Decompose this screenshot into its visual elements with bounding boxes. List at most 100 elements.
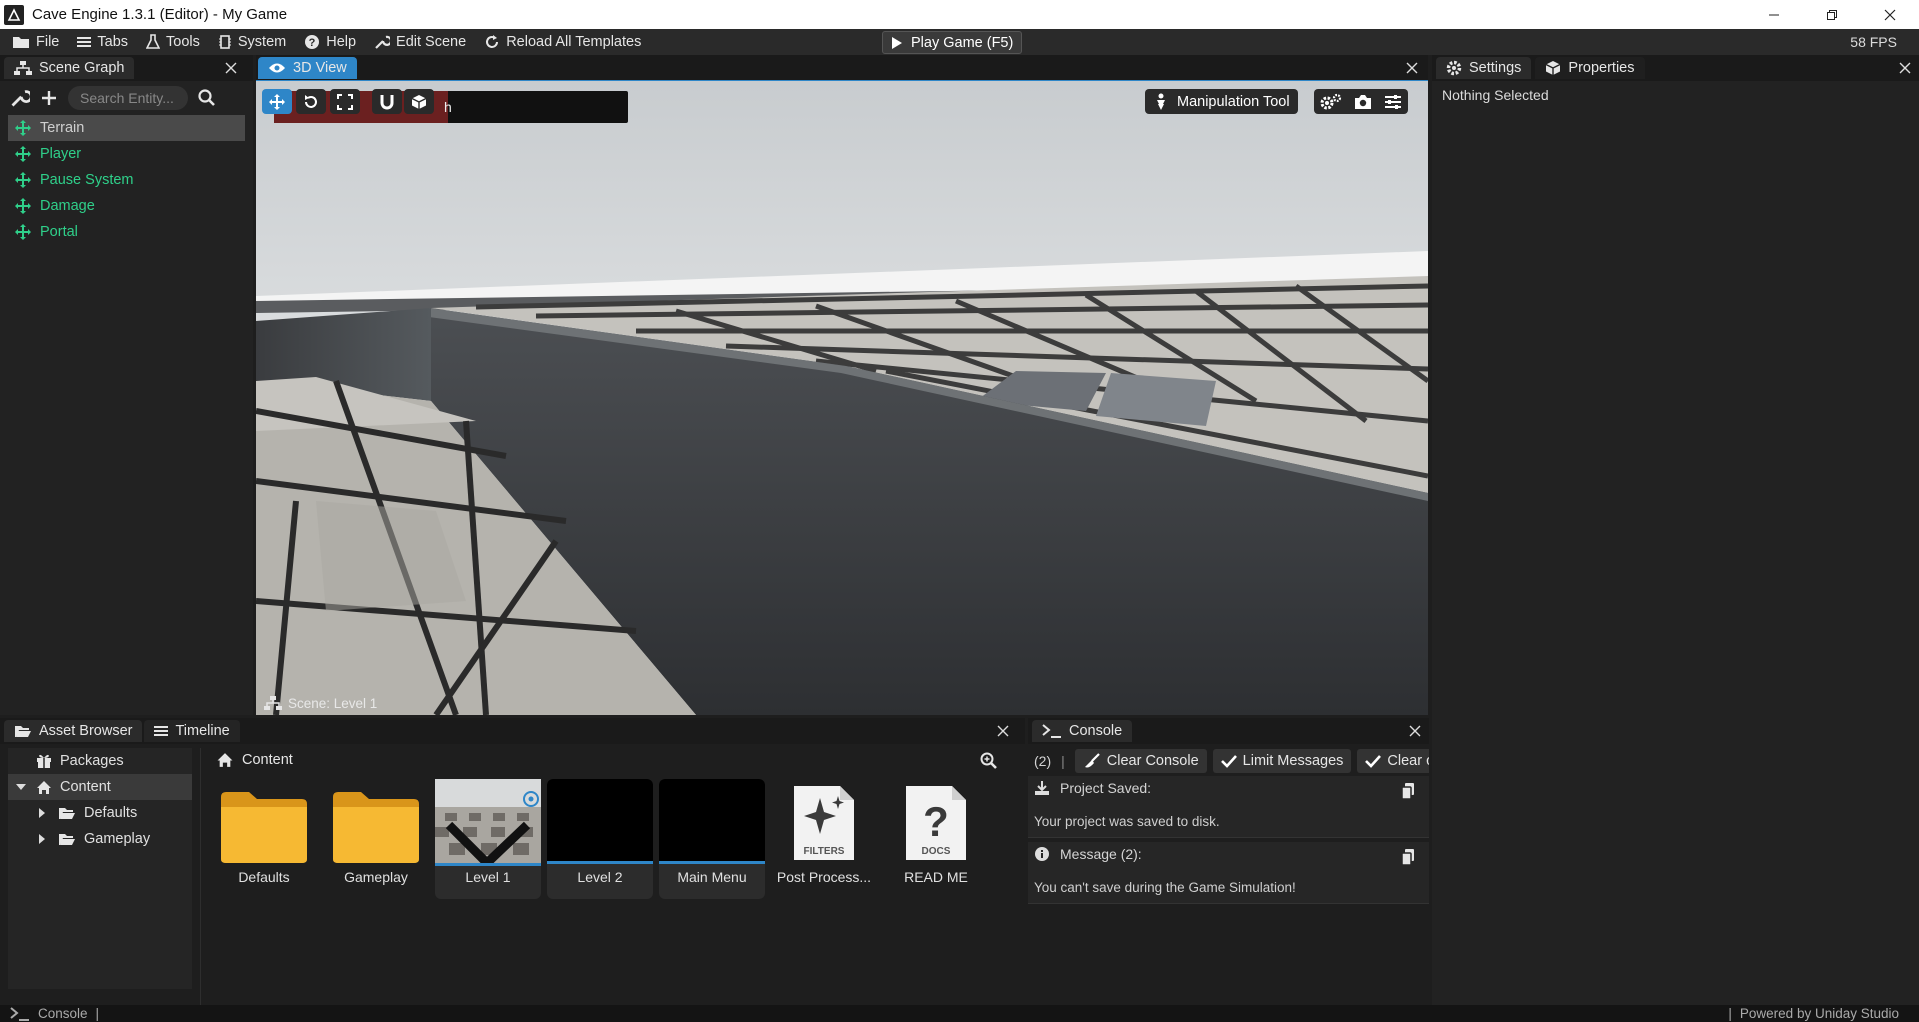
- close-3d-view-button[interactable]: [1404, 60, 1420, 76]
- play-game-button[interactable]: Play Game (F5): [882, 31, 1023, 54]
- copy-icon[interactable]: [1401, 782, 1415, 800]
- entity-item-player[interactable]: Player: [8, 141, 245, 167]
- menu-system[interactable]: System: [209, 29, 295, 55]
- asset-post-process[interactable]: FILTERS Post Process...: [771, 779, 877, 899]
- status-console[interactable]: Console |: [10, 1006, 99, 1021]
- asset-read-me[interactable]: ? DOCS READ ME: [883, 779, 989, 899]
- overlay-text: h: [444, 99, 452, 115]
- info-icon: [1034, 846, 1050, 862]
- restore-button[interactable]: [1803, 0, 1861, 29]
- breadcrumb[interactable]: Content: [216, 752, 293, 768]
- move-icon: [15, 172, 31, 188]
- move-icon: [15, 198, 31, 214]
- svg-text:DOCS: DOCS: [922, 846, 951, 857]
- manipulation-tool-button[interactable]: Manipulation Tool: [1145, 89, 1298, 114]
- tab-label: Asset Browser: [39, 723, 133, 739]
- terminal-icon: [10, 1006, 30, 1021]
- eye-icon: [268, 62, 286, 74]
- gears-icon[interactable]: [1320, 93, 1342, 111]
- title-bar: Cave Engine 1.3.1 (Editor) - My Game: [0, 0, 1919, 29]
- asset-label: Defaults: [238, 869, 290, 885]
- entity-item-pause-system[interactable]: Pause System: [8, 167, 245, 193]
- menu-help[interactable]: ? Help: [295, 29, 365, 55]
- zoom-icon[interactable]: [980, 752, 998, 770]
- viewport-settings-group: [1314, 89, 1408, 114]
- message-header: Project Saved:: [1034, 780, 1151, 796]
- object-mode-button[interactable]: [404, 89, 434, 114]
- close-scene-graph-button[interactable]: [223, 60, 239, 76]
- limit-messages-toggle[interactable]: Limit Messages: [1212, 749, 1352, 773]
- close-inspector-button[interactable]: [1897, 60, 1913, 76]
- wrench-icon: [374, 34, 391, 50]
- asset-scene-level-1[interactable]: Level 1: [435, 779, 541, 899]
- flask-icon: [146, 34, 161, 50]
- clear-on-play-toggle[interactable]: Clear on: [1357, 749, 1429, 773]
- tab-properties[interactable]: Properties: [1535, 57, 1645, 79]
- svg-text:?: ?: [309, 37, 316, 49]
- entity-item-portal[interactable]: Portal: [8, 219, 245, 245]
- search-entity-input[interactable]: Search Entity...: [68, 86, 188, 110]
- menu-bar: File Tabs Tools System ? Help Edit Scene…: [0, 29, 1919, 55]
- asset-label: Level 1: [465, 869, 511, 885]
- tab-asset-browser[interactable]: Asset Browser: [4, 720, 143, 742]
- console-toolbar: (2) | Clear Console Limit Messages Clear…: [1034, 748, 1429, 774]
- folder-icon: [333, 792, 419, 863]
- tab-3d-view[interactable]: 3D View: [258, 57, 357, 79]
- help-icon: ?: [304, 34, 320, 50]
- button-label: Clear Console: [1106, 753, 1199, 769]
- close-window-button[interactable]: [1861, 0, 1919, 29]
- close-asset-browser-button[interactable]: [995, 723, 1011, 739]
- asset-label: Gameplay: [344, 869, 408, 885]
- message-title: Message (2):: [1060, 846, 1142, 862]
- tab-timeline[interactable]: Timeline: [144, 720, 240, 742]
- move-tool-button[interactable]: [262, 89, 292, 114]
- close-console-button[interactable]: [1407, 723, 1423, 739]
- move-icon: [269, 93, 285, 110]
- tree-item-defaults[interactable]: Defaults: [8, 800, 192, 826]
- cube-icon: [1545, 60, 1561, 76]
- asset-scene-main-menu[interactable]: Main Menu: [659, 779, 765, 899]
- button-label: Limit Messages: [1242, 753, 1344, 769]
- status-separator: |: [1728, 1006, 1732, 1021]
- entity-item-damage[interactable]: Damage: [8, 193, 245, 219]
- copy-icon[interactable]: [1401, 848, 1415, 866]
- add-entity-icon[interactable]: [40, 89, 58, 107]
- tree-label: Gameplay: [84, 831, 151, 847]
- menu-edit-scene[interactable]: Edit Scene: [365, 29, 475, 55]
- tab-scene-graph[interactable]: Scene Graph: [4, 57, 135, 79]
- 3d-viewport[interactable]: h Manipulation Tool Scene: Level 1: [256, 81, 1428, 715]
- menu-tools[interactable]: Tools: [137, 29, 209, 55]
- menu-file[interactable]: File: [0, 29, 68, 55]
- tree-item-gameplay[interactable]: Gameplay: [8, 826, 192, 852]
- svg-text:?: ?: [923, 798, 949, 845]
- menu-label: Reload All Templates: [506, 34, 642, 50]
- wrench-icon[interactable]: [10, 88, 30, 108]
- inspector-panel: Settings Properties Nothing Selected: [1432, 55, 1919, 1005]
- menu-label: File: [36, 34, 60, 50]
- asset-folder-gameplay[interactable]: Gameplay: [323, 779, 429, 899]
- menu-reload-templates[interactable]: Reload All Templates: [475, 29, 650, 55]
- clear-console-button[interactable]: Clear Console: [1074, 749, 1207, 773]
- rotate-tool-button[interactable]: [296, 89, 326, 114]
- camera-icon[interactable]: [1354, 94, 1372, 110]
- asset-tree: Packages Content Defaults Gameplay: [8, 748, 192, 989]
- search-icon[interactable]: [198, 89, 216, 107]
- status-console-label: Console: [38, 1006, 88, 1021]
- menu-tabs[interactable]: Tabs: [68, 29, 137, 55]
- minimize-button[interactable]: [1745, 0, 1803, 29]
- hierarchy-icon: [264, 696, 282, 710]
- asset-scene-level-2[interactable]: Level 2: [547, 779, 653, 899]
- asset-folder-defaults[interactable]: Defaults: [211, 779, 317, 899]
- tree-item-packages[interactable]: Packages: [8, 748, 192, 774]
- tree-item-content[interactable]: Content: [8, 774, 192, 800]
- scale-tool-button[interactable]: [330, 89, 360, 114]
- message-header: Message (2):: [1034, 846, 1142, 862]
- play-icon: [891, 36, 903, 50]
- tab-settings[interactable]: Settings: [1436, 57, 1532, 79]
- asset-label: Post Process...: [776, 869, 872, 885]
- tab-console[interactable]: Console: [1032, 720, 1133, 742]
- sliders-icon[interactable]: [1384, 94, 1402, 110]
- person-icon: [1157, 93, 1165, 110]
- snap-button[interactable]: [372, 89, 402, 114]
- entity-item-terrain[interactable]: Terrain: [8, 115, 245, 141]
